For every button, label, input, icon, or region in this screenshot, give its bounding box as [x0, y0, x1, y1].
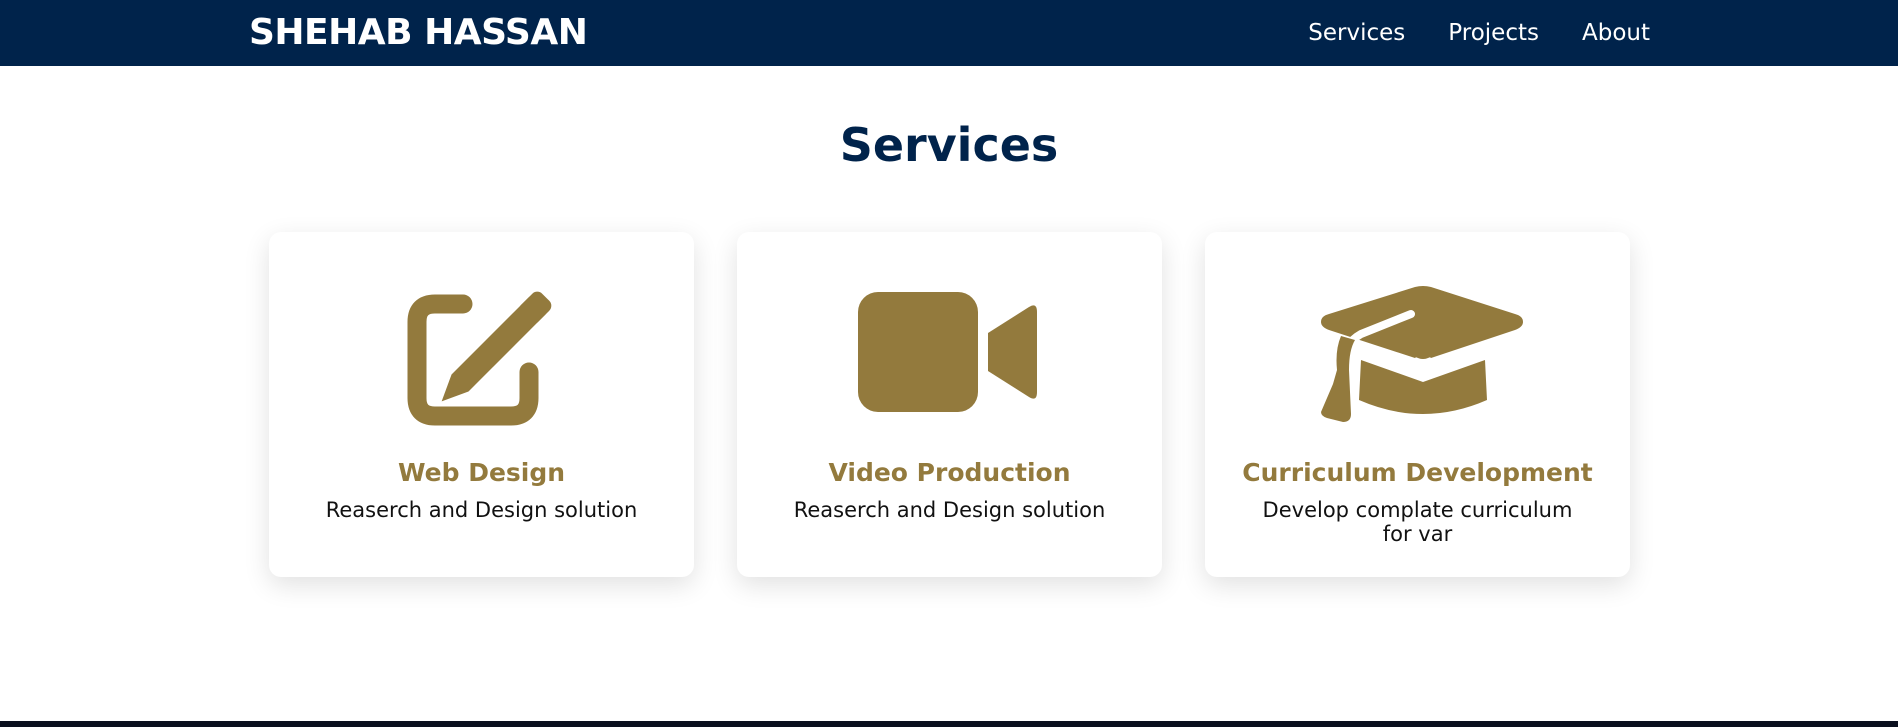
card-title: Curriculum Development: [1242, 458, 1593, 487]
brand-logo[interactable]: SHEHAB HASSAN: [249, 0, 588, 66]
card-description: Develop complate curriculum for var: [1262, 498, 1573, 546]
card-title: Video Production: [828, 458, 1071, 487]
navbar: SHEHAB HASSAN Services Projects About: [0, 0, 1898, 66]
service-card-web-design: Web Design Reaserch and Design solution: [269, 232, 694, 577]
edit-icon: [269, 270, 694, 430]
graduation-cap-icon: [1205, 270, 1630, 430]
nav-links: Services Projects About: [1308, 0, 1650, 66]
nav-link-projects[interactable]: Projects: [1448, 20, 1539, 46]
card-title: Web Design: [397, 458, 566, 487]
service-card-curriculum-development: Curriculum Development Develop complate …: [1205, 232, 1630, 577]
card-description: Reaserch and Design solution: [793, 498, 1106, 522]
nav-link-services[interactable]: Services: [1308, 20, 1405, 46]
service-card-video-production: Video Production Reaserch and Design sol…: [737, 232, 1162, 577]
nav-link-about[interactable]: About: [1582, 20, 1650, 46]
footer-edge: [0, 721, 1898, 727]
video-camera-icon: [737, 270, 1162, 430]
card-description: Reaserch and Design solution: [325, 498, 638, 522]
section-title: Services: [839, 118, 1059, 172]
